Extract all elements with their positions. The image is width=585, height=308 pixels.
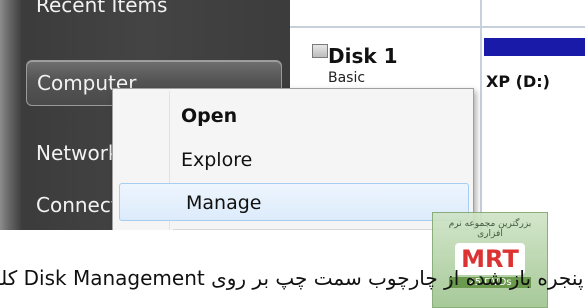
caption-text: از پنجره باز شده از چارچوب سمت چپ بر روی… xyxy=(0,266,585,290)
start-item-label: Recent Items xyxy=(36,0,168,17)
watermark-text: بزرگترین مجموعه نرم افزاری xyxy=(448,219,532,239)
menu-separator xyxy=(173,229,469,230)
row-divider xyxy=(290,26,585,28)
context-item-explore[interactable]: Explore xyxy=(115,141,471,179)
column-divider xyxy=(480,0,482,230)
disk-icon xyxy=(312,44,328,58)
disk-type-text: Basic xyxy=(328,70,366,86)
volume-label: XP (D:) xyxy=(486,72,550,91)
disk-label: Disk 1 xyxy=(328,44,398,68)
caption: از پنجره باز شده از چارچوب سمت چپ بر روی… xyxy=(0,266,585,300)
context-menu: Open Explore Manage xyxy=(112,88,474,230)
start-item-recent-items[interactable]: Recent Items xyxy=(26,0,286,24)
context-item-manage[interactable]: Manage xyxy=(119,183,469,221)
screenshot-region: Disk 1 Basic XP (D:) Recent Items Comput… xyxy=(0,0,585,230)
context-item-open[interactable]: Open xyxy=(115,97,471,135)
volume-bar[interactable] xyxy=(484,38,585,56)
start-item-label: Network xyxy=(36,141,120,165)
